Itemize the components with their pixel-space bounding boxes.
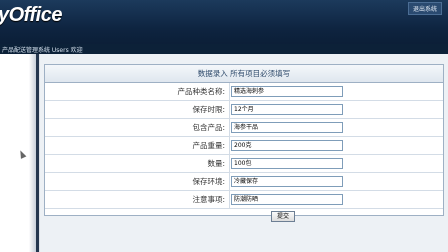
form-row-quantity: 数量: 100包 (45, 155, 443, 173)
label-product-category: 产品种类名称: (177, 87, 225, 96)
cell-divider (229, 83, 230, 100)
label-included-products: 包含产品: (192, 123, 225, 132)
system-subtitle: 产品配送管理系统 Users 欢迎 (2, 47, 83, 54)
cell-divider (229, 119, 230, 136)
cell-divider (229, 173, 230, 190)
product-category-input[interactable]: 精选海刺参 (231, 86, 343, 97)
logout-button[interactable]: 退出系统 (407, 2, 442, 15)
shelf-life-input[interactable]: 12个月 (231, 104, 343, 115)
submit-row: 提交 (45, 209, 443, 224)
form-row-storage: 保存环境: 冷藏保存 (45, 173, 443, 191)
form-title: 数据录入 所有项目必须填写 (45, 65, 443, 83)
form-row-notes: 注意事项: 防潮防晒 (45, 191, 443, 209)
storage-input[interactable]: 冷藏保存 (231, 176, 343, 187)
form-row-included-products: 包含产品: 海参干品 (45, 119, 443, 137)
quantity-input[interactable]: 100包 (231, 158, 343, 169)
label-quantity: 数量: (207, 159, 225, 168)
cell-divider (229, 101, 230, 118)
app-logo: yOffice (0, 4, 62, 26)
form-row-product-category: 产品种类名称: 精选海刺参 (45, 83, 443, 101)
weight-input[interactable]: 200克 (231, 140, 343, 151)
submit-button[interactable]: 提交 (271, 211, 295, 222)
label-shelf-life: 保存时限: (192, 105, 225, 114)
included-products-input[interactable]: 海参干品 (231, 122, 343, 133)
cell-divider (229, 155, 230, 172)
form-row-weight: 产品重量: 200克 (45, 137, 443, 155)
cell-divider (229, 137, 230, 154)
notes-input[interactable]: 防潮防晒 (231, 194, 343, 205)
form-row-shelf-life: 保存时限: 12个月 (45, 101, 443, 119)
label-weight: 产品重量: (192, 141, 225, 150)
label-storage: 保存环境: (192, 177, 225, 186)
data-entry-form: 数据录入 所有项目必须填写 产品种类名称: 精选海刺参 保存时限: 12个月 包… (44, 64, 444, 222)
cell-divider (229, 191, 230, 208)
label-notes: 注意事项: (192, 195, 225, 204)
sidebar-divider (36, 54, 39, 252)
